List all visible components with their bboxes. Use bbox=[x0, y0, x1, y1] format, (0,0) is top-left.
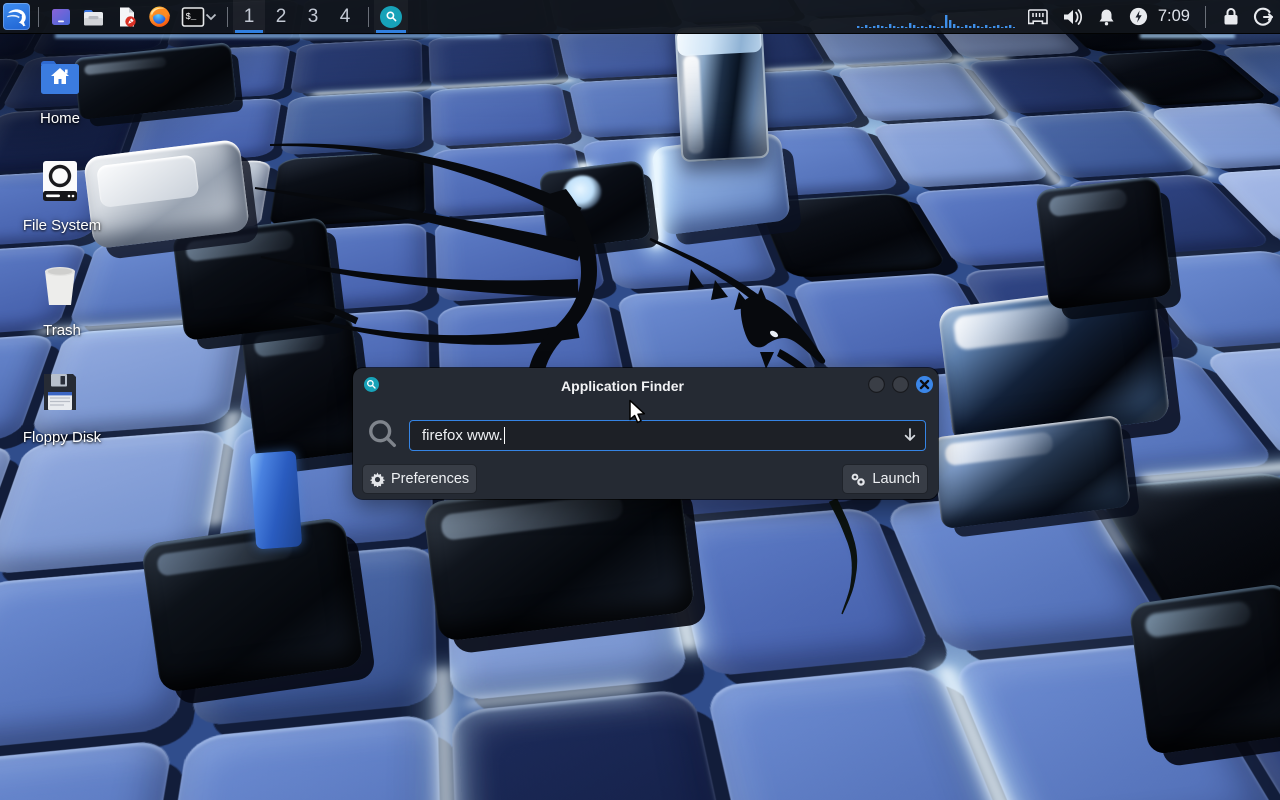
svg-text:$_: $_ bbox=[185, 12, 196, 22]
